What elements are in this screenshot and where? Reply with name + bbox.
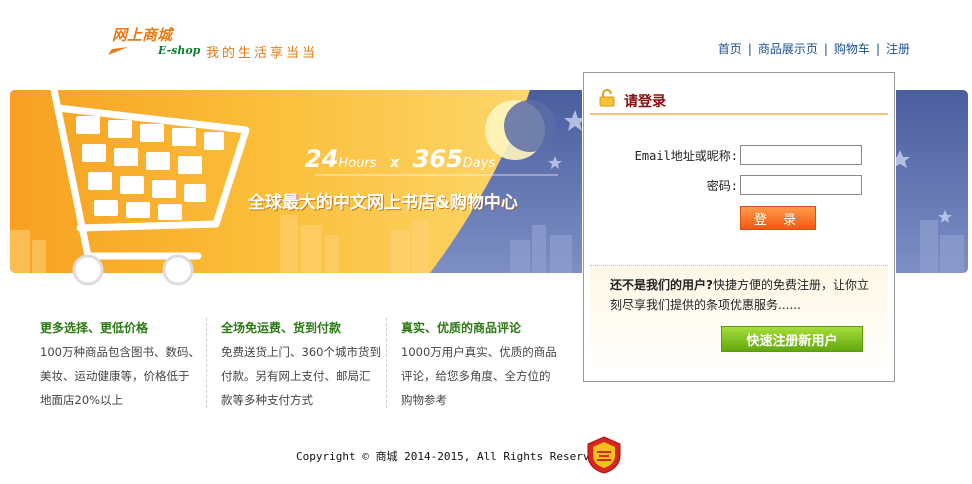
top-navigation: 首页 | 商品展示页 | 购物车 | 注册 [718,40,910,57]
banner-hours-number: 24 [305,145,339,173]
login-header: 请登录 [590,89,888,115]
feature-title: 真实、优质的商品评论 [401,321,522,335]
feature-shipping: 全场免运费、货到付款 免费送货上门、360个城市货到付款。另有网上支付、邮局汇款… [221,318,381,412]
feature-text: 1000万用户真实、优质的商品评论，给您多角度、全方位的购物参考 [401,345,557,407]
banner-days-unit: Days [462,156,496,171]
nav-divider: | [747,41,752,56]
feature-divider [206,318,207,408]
banner-subtitle: 全球最大的中文网上书店&购物中心 [248,193,518,213]
trust-badge-icon[interactable] [586,436,622,474]
nav-cart-link[interactable]: 购物车 [834,40,870,57]
register-promo-text: 还不是我们的用户?快捷方便的免费注册，让你立刻尽享我们提供的条项优惠服务....… [610,275,872,315]
banner-days-number: 365 [412,145,463,173]
feature-text: 100万种商品包含图书、数码、美妆、运动健康等，价格低于地面店20%以上 [40,345,200,407]
logo-name-cn: 网上商城 [112,26,173,44]
banner-hours-unit: Hours [338,156,377,171]
nav-register-link[interactable]: 注册 [886,40,910,57]
register-button[interactable]: 快速注册新用户 [721,326,863,352]
email-input[interactable] [740,145,862,165]
promo-question: 还不是我们的用户? [610,278,713,292]
password-label: 密码: [706,179,738,193]
copyright-text: Copyright © 商城 2014-2015, All Rights Res… [296,450,603,463]
banner-times: x [390,155,400,171]
lock-icon [599,89,615,107]
shopping-cart-icon [32,72,250,286]
banner-title: 24Hours x 365Days [305,145,495,173]
email-label: Email地址或昵称: [634,149,738,163]
logo-name-en: E-shop [158,44,201,57]
password-input[interactable] [740,175,862,195]
login-button[interactable]: 登 录 [740,206,816,230]
login-title: 请登录 [624,94,666,110]
feature-text: 免费送货上门、360个城市货到付款。另有网上支付、邮局汇款等多种支付方式 [221,345,381,407]
nav-products-link[interactable]: 商品展示页 [758,40,818,57]
feature-title: 更多选择、更低价格 [40,321,149,335]
feature-reviews: 真实、优质的商品评论 1000万用户真实、优质的商品评论，给您多角度、全方位的购… [401,318,561,412]
login-panel: 请登录 Email地址或昵称: 密码: 登 录 还不是我们的用户?快捷方便的免费… [583,72,895,382]
register-promo-area: 还不是我们的用户?快捷方便的免费注册，让你立刻尽享我们提供的条项优惠服务....… [590,267,888,377]
logo-slogan: 我的生活享当当 [206,46,319,61]
feature-title: 全场免运费、货到付款 [221,321,342,335]
nav-divider: | [823,41,828,56]
nav-home-link[interactable]: 首页 [718,40,742,57]
feature-choice: 更多选择、更低价格 100万种商品包含图书、数码、美妆、运动健康等，价格低于地面… [40,318,200,412]
login-divider [590,265,888,266]
feature-divider [386,318,387,408]
site-logo[interactable]: 网上商城 E-shop 我的生活享当当 [108,24,358,66]
nav-divider: | [875,41,880,56]
